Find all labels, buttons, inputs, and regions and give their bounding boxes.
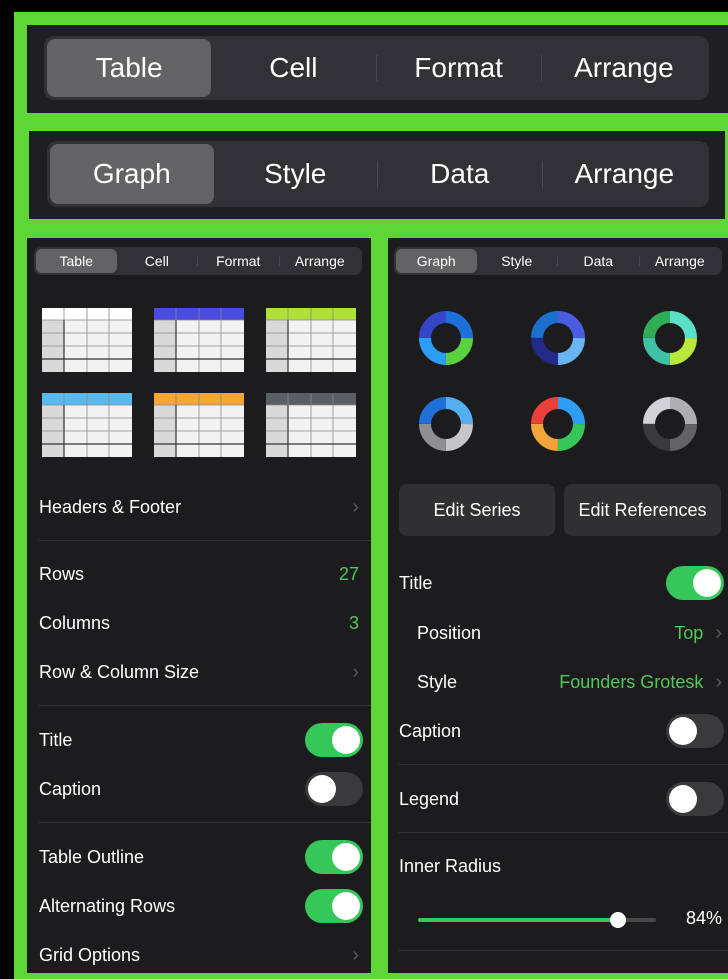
chart-style-thumbnail[interactable] — [530, 396, 586, 457]
headers-footer-row[interactable]: Headers & Footer › — [27, 490, 371, 524]
caption-label: Caption — [39, 778, 102, 799]
chart-inspector-panel: Graph Style Data Arrange Edit Series Edi… — [388, 238, 728, 973]
chart-style-thumbnail[interactable] — [642, 310, 698, 371]
top-segment-panel-1: Table Cell Format Arrange — [27, 25, 728, 113]
table-style-thumbnail[interactable] — [266, 393, 356, 462]
chart-title-label: Title — [399, 572, 433, 593]
grid-options-row[interactable]: Grid Options › — [27, 938, 371, 972]
chart-style-thumbnail[interactable] — [418, 310, 474, 371]
divider — [399, 832, 728, 833]
tab-arrange[interactable]: Arrange — [280, 249, 361, 273]
rows-label: Rows — [39, 563, 85, 584]
top-segment-panel-2: Graph Style Data Arrange — [29, 131, 725, 219]
chevron-right-icon: › — [715, 670, 722, 693]
tab-table[interactable]: Table — [36, 249, 117, 273]
table-style-thumbnail[interactable] — [154, 393, 244, 462]
chart-style-thumbnail[interactable] — [418, 396, 474, 457]
chevron-right-icon: › — [352, 660, 359, 683]
tab-arrange[interactable]: Arrange — [542, 39, 706, 97]
divider — [39, 705, 371, 706]
edit-references-button[interactable]: Edit References — [564, 484, 721, 536]
table-outline-label: Table Outline — [39, 846, 145, 867]
table-style-thumbnail[interactable] — [42, 393, 132, 462]
title-row: Title — [27, 723, 371, 757]
style-value: Founders Grotesk — [559, 671, 704, 692]
title-toggle[interactable] — [305, 723, 363, 757]
table-inspector-tabs: Table Cell Format Arrange — [34, 247, 362, 275]
alternating-rows-row: Alternating Rows — [27, 889, 371, 923]
segmented-control-1: Table Cell Format Arrange — [44, 36, 709, 100]
chart-inspector-tabs: Graph Style Data Arrange — [394, 247, 722, 275]
table-outline-toggle[interactable] — [305, 840, 363, 874]
table-inspector-panel: Table Cell Format Arrange Headers & Foot… — [27, 238, 371, 973]
tab-graph[interactable]: Graph — [396, 249, 477, 273]
caption-toggle[interactable] — [305, 772, 363, 806]
inner-radius-label: Inner Radius — [399, 855, 502, 876]
edit-series-button[interactable]: Edit Series — [399, 484, 555, 536]
row-column-size-label: Row & Column Size — [39, 661, 200, 682]
table-style-thumbnail[interactable] — [42, 308, 132, 377]
chart-caption-label: Caption — [399, 720, 462, 741]
chart-caption-row: Caption — [388, 714, 728, 748]
divider — [39, 822, 371, 823]
tab-format[interactable]: Format — [377, 39, 541, 97]
divider — [39, 540, 371, 541]
chart-title-toggle[interactable] — [666, 566, 724, 600]
rows-row[interactable]: Rows 27 — [27, 557, 371, 591]
inner-radius-slider[interactable] — [418, 910, 656, 930]
style-label: Style — [417, 671, 458, 692]
tab-arrange[interactable]: Arrange — [543, 144, 707, 204]
tab-cell[interactable]: Cell — [211, 39, 375, 97]
row-column-size-row[interactable]: Row & Column Size › — [27, 655, 371, 689]
caption-row: Caption — [27, 772, 371, 806]
tab-style[interactable]: Style — [477, 249, 558, 273]
position-row[interactable]: Position Top › — [388, 616, 728, 650]
chart-title-row: Title — [388, 566, 728, 600]
tab-table[interactable]: Table — [47, 39, 212, 97]
tab-data[interactable]: Data — [378, 144, 542, 204]
table-style-thumbnail[interactable] — [154, 308, 244, 377]
style-row[interactable]: Style Founders Grotesk › — [388, 665, 728, 699]
chart-style-thumbnail[interactable] — [642, 396, 698, 457]
chart-style-thumbnail[interactable] — [530, 310, 586, 371]
legend-label: Legend — [399, 788, 460, 809]
title-label: Title — [39, 729, 73, 750]
tab-format[interactable]: Format — [198, 249, 279, 273]
divider — [399, 950, 728, 951]
columns-row[interactable]: Columns 3 — [27, 606, 371, 640]
inner-radius-row: Inner Radius — [388, 849, 728, 883]
position-value: Top — [674, 622, 704, 643]
tab-data[interactable]: Data — [558, 249, 639, 273]
inner-radius-value: 84% — [685, 908, 722, 928]
tab-arrange[interactable]: Arrange — [640, 249, 721, 273]
chart-caption-toggle[interactable] — [666, 714, 724, 748]
tab-graph[interactable]: Graph — [50, 144, 214, 204]
columns-value: 3 — [348, 612, 359, 633]
segmented-control-2: Graph Style Data Arrange — [47, 141, 709, 207]
table-style-thumbnail[interactable] — [266, 308, 356, 377]
grid-options-label: Grid Options — [39, 944, 141, 965]
rows-value: 27 — [338, 563, 359, 584]
slider-knob[interactable] — [609, 912, 626, 928]
slider-fill — [418, 918, 618, 922]
table-outline-row: Table Outline — [27, 840, 371, 874]
divider — [399, 764, 728, 765]
chevron-right-icon: › — [352, 943, 359, 966]
tab-style[interactable]: Style — [214, 144, 378, 204]
legend-row: Legend — [388, 782, 728, 816]
headers-footer-label: Headers & Footer — [39, 496, 182, 517]
chevron-right-icon: › — [352, 495, 359, 518]
tab-cell[interactable]: Cell — [117, 249, 198, 273]
legend-toggle[interactable] — [666, 782, 724, 816]
columns-label: Columns — [39, 612, 111, 633]
alternating-rows-toggle[interactable] — [305, 889, 363, 923]
chevron-right-icon: › — [715, 621, 722, 644]
alternating-rows-label: Alternating Rows — [39, 895, 176, 916]
position-label: Position — [417, 622, 482, 643]
